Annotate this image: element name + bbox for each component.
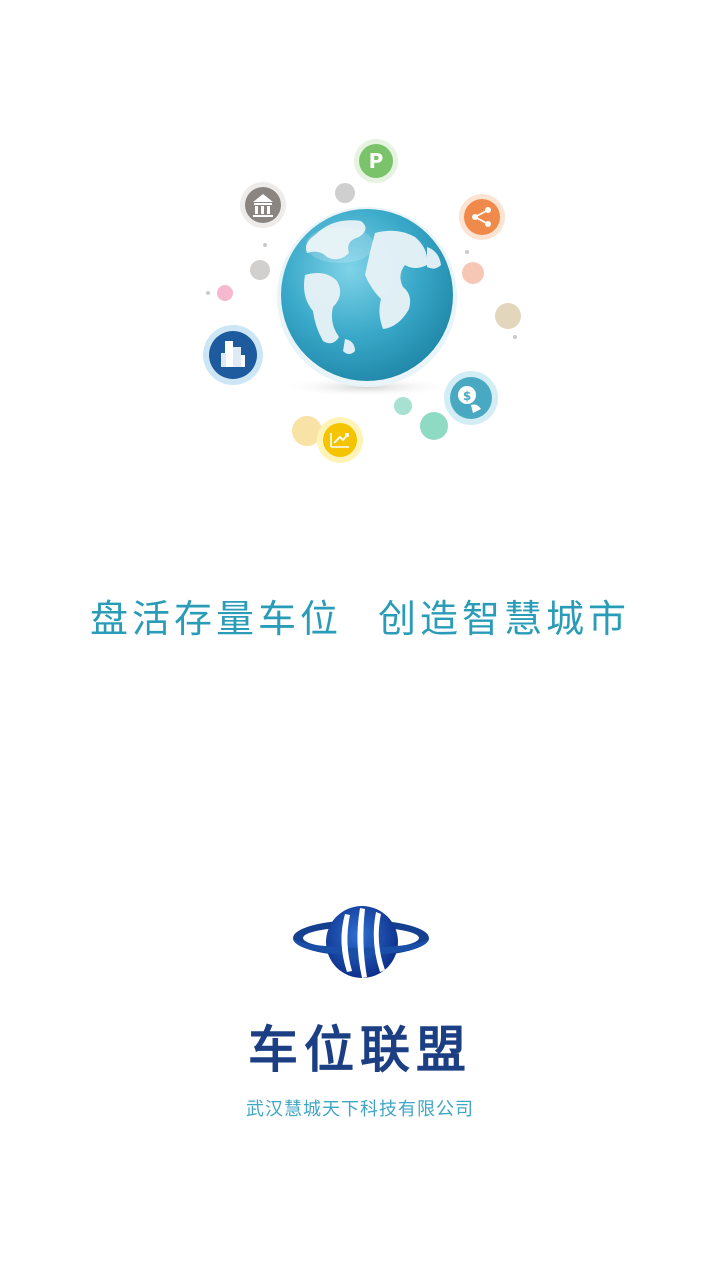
- bank-icon: [240, 182, 286, 228]
- brand-name: 车位联盟: [248, 1021, 472, 1079]
- svg-text:$: $: [463, 389, 471, 403]
- slogan: 盘活存量车位 创造智慧城市: [0, 588, 720, 643]
- decor-dot: [495, 303, 521, 329]
- parking-icon: P: [354, 139, 398, 183]
- decor-dot: [394, 397, 412, 415]
- svg-text:P: P: [369, 149, 384, 173]
- share-icon: [459, 194, 505, 240]
- chart-up-icon: [317, 417, 363, 463]
- dollar-icon: $: [444, 371, 498, 425]
- planet-logo-icon: [293, 906, 429, 978]
- company-name: 武汉慧城天下科技有限公司: [246, 1099, 474, 1120]
- globe-illustration: P $: [203, 139, 521, 463]
- decor-dot: [462, 262, 484, 284]
- decor-dot: [465, 250, 469, 254]
- decor-dot: [217, 285, 233, 301]
- decor-dot: [420, 412, 448, 440]
- decor-dot: [513, 335, 517, 339]
- decor-dot: [263, 243, 267, 247]
- decor-dot: [250, 260, 270, 280]
- hero-illustration: P $: [195, 125, 535, 475]
- slogan-part-1: 盘活存量车位: [89, 597, 342, 641]
- app-logo: [290, 900, 432, 990]
- buildings-icon: [203, 325, 263, 385]
- decor-dot: [206, 291, 210, 295]
- decor-dot: [335, 183, 355, 203]
- slogan-part-2: 创造智慧城市: [378, 597, 631, 641]
